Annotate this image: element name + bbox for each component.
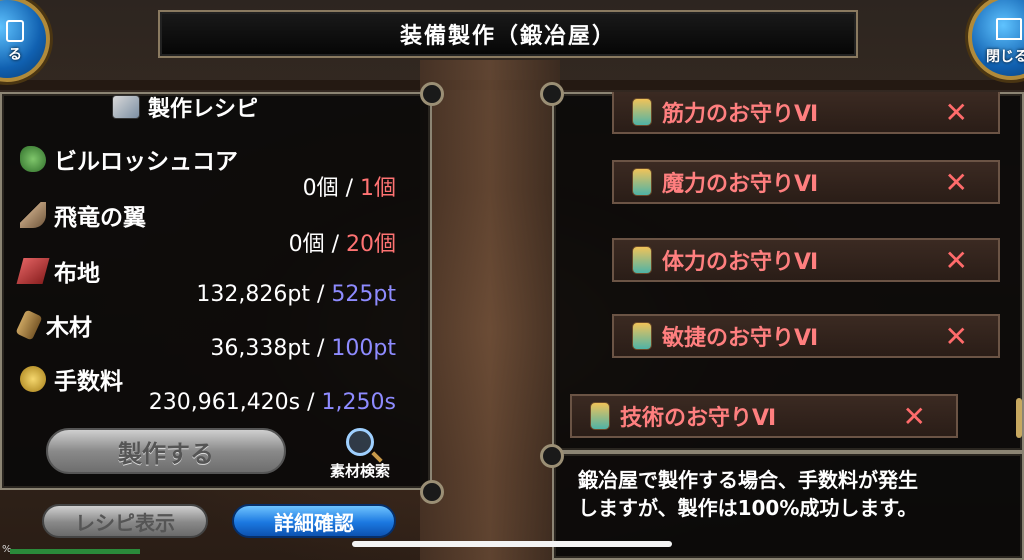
recipe-header: 製作レシピ [112,92,258,122]
material-name: 手数料 [54,369,123,395]
material-row: 布地 132,826pt / 525pt [16,254,420,307]
material-row: ビルロッシュコア 0個 / 1個 [20,142,420,201]
list-scrollbar[interactable] [1016,398,1022,438]
charm-list-item[interactable]: 敏捷のお守りⅥ ✕ [612,314,1000,358]
material-row: 飛竜の翼 0個 / 20個 [20,198,420,257]
wing-icon [20,202,46,228]
material-row: 手数料 230,961,420s / 1,250s [20,362,420,415]
material-count: 36,338pt / 100pt [210,336,396,361]
charm-icon [632,168,652,196]
charm-list-item[interactable]: 筋力のお守りⅥ ✕ [612,92,1000,134]
charm-icon [590,402,610,430]
recipe-display-button[interactable]: レシピ表示 [42,504,208,538]
charm-name: 魔力のお守りⅥ [662,172,819,197]
remove-icon[interactable]: ✕ [945,320,968,353]
charm-list-item[interactable]: 魔力のお守りⅥ ✕ [612,160,1000,204]
magnifier-icon [346,428,374,456]
material-count: 132,826pt / 525pt [196,282,396,307]
charm-name: 敏捷のお守りⅥ [662,326,819,351]
home-icon [996,18,1022,40]
message-line-2: しますが、製作は100%成功します。 [578,496,918,520]
coin-icon [20,366,46,392]
remove-icon[interactable]: ✕ [945,166,968,199]
remove-icon[interactable]: ✕ [945,96,968,129]
material-sep: / [310,282,332,307]
panel-corner-ornament [540,82,564,106]
material-name: 木材 [46,315,92,341]
recipe-book-icon [112,95,140,119]
material-sep: / [300,390,322,415]
page-title: 装備製作（鍛冶屋） [399,24,616,49]
home-indicator[interactable] [352,541,672,547]
status-bar [10,549,140,554]
panel-corner-ornament [420,480,444,504]
material-sep: / [310,336,332,361]
material-name: 飛竜の翼 [54,205,146,231]
remove-icon[interactable]: ✕ [903,400,926,433]
remove-icon[interactable]: ✕ [945,244,968,277]
material-name: 布地 [54,261,100,287]
charm-list-item[interactable]: 技術のお守りⅥ ✕ [570,394,958,438]
material-need: 100pt [331,336,396,361]
material-have: 36,338pt [210,336,310,361]
charm-list-item[interactable]: 体力のお守りⅥ ✕ [612,238,1000,282]
message-line-1: 鍛冶屋で製作する場合、手数料が発生 [578,468,918,492]
panel-corner-ornament [420,82,444,106]
plant-icon [20,146,46,172]
material-need: 525pt [331,282,396,307]
title-bar: 装備製作（鍛冶屋） [158,10,858,58]
material-name: ビルロッシュコア [54,149,238,175]
charm-name: 筋力のお守りⅥ [662,102,819,127]
cloth-icon [16,258,50,284]
charm-name: 体力のお守りⅥ [662,250,819,275]
charm-icon [632,322,652,350]
make-button[interactable]: 製作する [46,428,286,474]
charm-name: 技術のお守りⅥ [620,406,777,431]
material-search-label: 素材検索 [329,462,390,480]
material-search-button[interactable]: 素材検索 [320,428,400,481]
panel-corner-ornament [540,444,564,468]
back-button-label: る [8,47,22,63]
close-button-label: 閉じる [986,49,1024,65]
detail-confirm-button[interactable]: 詳細確認 [232,504,396,538]
material-count: 230,961,420s / 1,250s [149,390,396,415]
charm-icon [632,246,652,274]
material-row: 木材 36,338pt / 100pt [15,308,420,361]
back-icon [6,20,24,42]
charm-icon [632,98,652,126]
material-have: 132,826pt [196,282,310,307]
material-have: 230,961,420s [148,390,301,415]
recipe-title: 製作レシピ [148,97,259,122]
wood-icon [15,309,43,341]
material-need: 1,250s [321,390,396,415]
